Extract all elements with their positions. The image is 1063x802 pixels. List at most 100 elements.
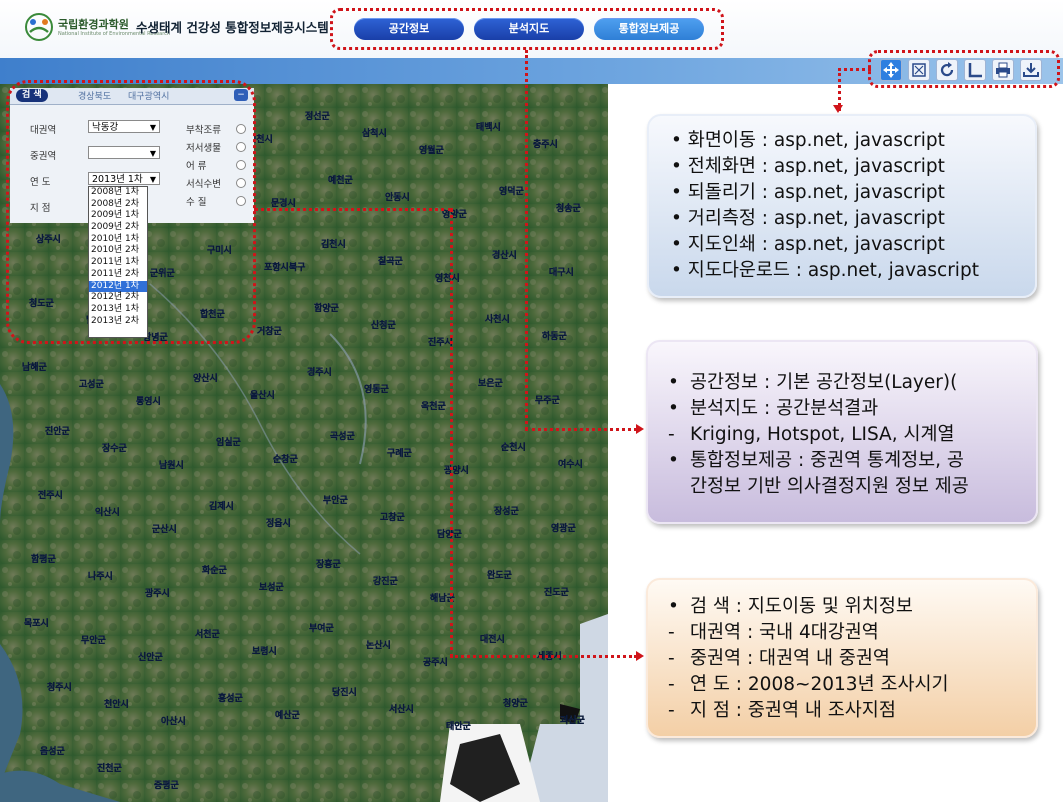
map-place-label: 영광군 [551, 522, 577, 534]
map-place-label: 진도군 [544, 586, 570, 598]
info-item: • 지도인쇄 : asp.net, javascript [671, 234, 945, 255]
info-text: 통합정보제공 : 중권역 통계정보, 공 [690, 450, 964, 471]
map-place-label: 예천군 [328, 174, 354, 186]
map-place-label: 하동군 [542, 330, 568, 342]
map-place-label: 거창군 [257, 325, 283, 337]
map-place-label: 장수군 [102, 442, 128, 454]
bullet: - [668, 648, 675, 669]
map-place-label: 보령시 [252, 645, 277, 657]
map-place-label: 태안군 [446, 720, 472, 732]
info-text: 공간정보 : 기본 공간정보(Layer)( [690, 372, 958, 393]
tabs-highlight [330, 8, 724, 50]
info-item: - Kriging, Hotspot, LISA, 시계열 [668, 422, 969, 448]
tabs-connector-h [525, 428, 637, 434]
map-place-label: 보성군 [259, 581, 285, 593]
tabs-info-box: • 공간정보 : 기본 공간정보(Layer)(• 분석지도 : 공간분석결과 - Kr… [646, 340, 1038, 524]
search-connector-h1 [254, 208, 452, 214]
info-text: 분석지도 : 공간분석결과 [690, 398, 879, 419]
bullet: - [668, 674, 675, 695]
bullet: - [668, 700, 675, 721]
org-name: 국립환경과학원 [58, 18, 129, 31]
map-place-label: 부안군 [323, 495, 349, 506]
map-place-label: 영덕군 [499, 185, 525, 197]
move-icon[interactable] [880, 59, 902, 81]
info-item: - 대권역 : 국내 4대강권역 [668, 620, 949, 646]
print-icon[interactable] [992, 59, 1014, 81]
map-place-label: 부여군 [309, 622, 335, 634]
map-place-label: 전주시 [38, 489, 63, 501]
map-place-label: 정읍시 [266, 517, 291, 529]
map-place-label: 신안군 [138, 651, 164, 663]
map-place-label: 화순군 [202, 564, 228, 576]
info-item: • 공간정보 : 기본 공간정보(Layer)( [668, 370, 969, 396]
bullet: - [668, 622, 675, 643]
map-place-label: 예산군 [275, 709, 301, 721]
search-info-list: • 검 색 : 지도이동 및 위치정보 - 대권역 : 국내 4대강권역 - 중권역 : … [668, 594, 949, 724]
map-place-label: 여수시 [558, 458, 583, 470]
map-place-label: 경주시 [307, 366, 332, 378]
map-place-label: 양산시 [193, 372, 218, 384]
search-connector-v [450, 208, 456, 658]
org-logo-icon [25, 13, 53, 41]
refresh-icon[interactable] [936, 59, 958, 81]
map-place-label: 정선군 [305, 110, 331, 122]
map-place-label: 영천시 [435, 272, 460, 284]
map-place-label: 청양군 [503, 697, 529, 709]
map-place-label: 곡성군 [330, 430, 356, 442]
map-place-label: 통영시 [136, 395, 161, 407]
map-place-label: 공주시 [423, 657, 448, 668]
map-place-label: 진천군 [97, 762, 123, 774]
map-place-label: 구례군 [387, 447, 413, 459]
map-place-label: 대전시 [480, 633, 505, 645]
map-place-label: 고창군 [380, 511, 406, 523]
map-place-label: 청송군 [556, 202, 582, 214]
map-place-label: 논산시 [366, 639, 391, 651]
map-place-label: 순천시 [501, 442, 526, 453]
map-place-label: 사천시 [485, 313, 510, 325]
bullet: • [668, 398, 679, 419]
info-item: • 지도다운로드 : asp.net, javascript [671, 260, 979, 281]
info-item: -연 도 : 2008~2013년 조사시기 [668, 672, 949, 698]
info-text: Kriging, Hotspot, LISA, 시계열 [690, 424, 955, 445]
map-place-label: 영동군 [364, 383, 390, 395]
map-place-label: 무안군 [81, 635, 107, 646]
info-item: • 통합정보제공 : 중권역 통계정보, 공 [668, 448, 969, 474]
map-place-label: 괴산군 [560, 714, 586, 726]
info-text: 중권역 : 대권역 내 중권역 [690, 648, 890, 669]
map-place-label: 익산시 [95, 506, 120, 518]
bullet: • [668, 450, 679, 471]
map-place-label: 완도군 [487, 569, 513, 581]
map-place-label: 임실군 [216, 436, 242, 448]
toolbar-info-list: • 화면이동 : asp.net, javascript • 전체화면 : asp… [671, 128, 979, 284]
map-place-label: 남원시 [159, 459, 184, 471]
ruler-icon[interactable] [964, 59, 986, 81]
info-item: • 검 색 : 지도이동 및 위치정보 [668, 594, 949, 620]
info-text: 연 도 : 2008~2013년 조사시기 [690, 674, 949, 695]
map-place-label: 삼척시 [362, 127, 387, 139]
map-place-label: 광주시 [145, 587, 170, 599]
map-place-label: 홍성군 [218, 692, 244, 704]
toolbar-arrow-icon [833, 105, 843, 113]
map-place-label: 남해군 [22, 361, 48, 373]
map-place-label: 태백시 [476, 121, 501, 133]
map-place-label: 순창군 [273, 453, 299, 465]
map-place-label: 김제시 [209, 500, 234, 512]
info-item: - 중권역 : 대권역 내 중권역 [668, 646, 949, 672]
map-place-label: 대구시 [549, 266, 574, 278]
map-place-label: 충주시 [533, 138, 558, 150]
map-place-label: 군산시 [152, 523, 177, 535]
map-place-label: 강진군 [373, 575, 399, 587]
map-place-label: 당진시 [332, 686, 357, 698]
search-arrow-icon [636, 651, 644, 661]
search-info-box: • 검 색 : 지도이동 및 위치정보 - 대권역 : 국내 4대강권역 - 중권역 : … [646, 578, 1038, 738]
map-place-label: 나주시 [88, 570, 113, 582]
info-item: • 화면이동 : asp.net, javascript [671, 130, 945, 151]
fullscreen-icon[interactable] [908, 59, 930, 81]
info-item: • 거리측정 : asp.net, javascript [671, 208, 945, 229]
tabs-info-list: • 공간정보 : 기본 공간정보(Layer)(• 분석지도 : 공간분석결과 - Kr… [668, 370, 969, 500]
download-icon[interactable] [1020, 59, 1042, 81]
map-place-label: 무주군 [535, 395, 561, 406]
map-place-label: 안동시 [385, 192, 410, 203]
tabs-connector [525, 50, 531, 430]
map-place-label: 경산시 [492, 249, 517, 261]
